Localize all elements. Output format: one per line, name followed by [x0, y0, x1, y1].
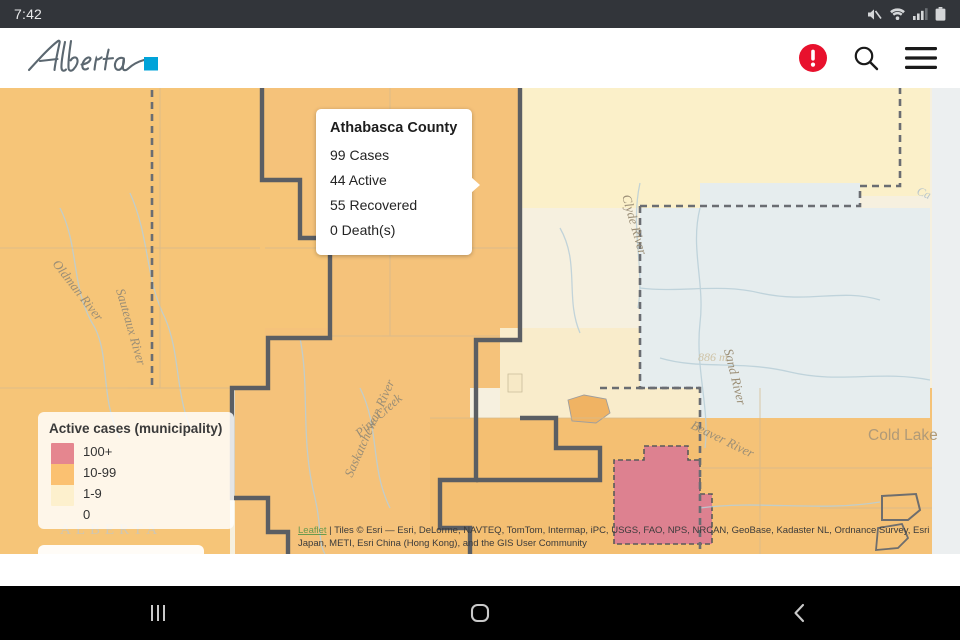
status-time: 7:42 [14, 6, 43, 22]
header-actions [798, 43, 938, 73]
alberta-logo[interactable] [26, 36, 174, 80]
map-container[interactable]: Oldman River Sauteaux River Clyde River … [0, 88, 960, 554]
map-attribution: Leaflet | Tiles © Esri — Esri, DeLorme, … [298, 524, 934, 550]
search-icon[interactable] [852, 44, 880, 72]
map-layer-controls: Municipality Local geographic area [38, 545, 204, 554]
legend-swatch-strip [51, 443, 74, 506]
back-icon[interactable] [740, 601, 860, 625]
tooltip-title: Athabasca County [330, 120, 458, 136]
legend-label-100plus: 100+ [83, 444, 113, 459]
legend-swatch-1-9 [51, 485, 74, 506]
battery-icon [935, 6, 946, 21]
legend-row-10-99: 10-99 [49, 462, 223, 483]
legend-label-10-99: 10-99 [83, 465, 117, 480]
tooltip-recovered: 55 Recovered [330, 197, 418, 213]
legend-label-1-9: 1-9 [83, 486, 102, 501]
map-label-cold-lake: Cold Lake [868, 427, 938, 444]
map-label-elevation: 886 m [698, 350, 728, 364]
status-bar: 7:42 [0, 0, 960, 28]
legend-swatch-100plus [51, 443, 74, 464]
tooltip-active: 44 Active [330, 172, 387, 188]
android-nav-bar [0, 586, 960, 640]
logo-accent-square [144, 57, 158, 71]
recents-icon[interactable] [100, 602, 220, 624]
home-icon[interactable] [420, 600, 540, 626]
alert-circle-icon[interactable] [798, 43, 828, 73]
tooltip-deaths: 0 Death(s) [330, 222, 396, 238]
map-legend: Active cases (municipality) 100+ 10-99 1… [38, 412, 234, 529]
wifi-icon [890, 8, 905, 20]
legend-swatch-10-99 [51, 464, 74, 485]
status-icon-group [866, 6, 946, 22]
tooltip-cases: 99 Cases [330, 147, 390, 163]
attribution-text: | Tiles © Esri — Esri, DeLorme, NAVTEQ, … [298, 525, 930, 549]
legend-row-0: 0 [49, 504, 223, 525]
hamburger-menu-icon[interactable] [904, 45, 938, 71]
legend-row-100plus: 100+ [49, 441, 223, 462]
legend-label-0: 0 [83, 507, 91, 522]
app-header [0, 28, 960, 88]
legend-title: Active cases (municipality) [49, 421, 223, 436]
leaflet-link[interactable]: Leaflet [298, 525, 327, 536]
legend-rows: 100+ 10-99 1-9 0 [49, 441, 223, 525]
map-tooltip[interactable]: Athabasca County 99 Cases 44 Active 55 R… [316, 109, 480, 255]
mute-icon [868, 8, 882, 20]
cellular-signal-icon [913, 8, 928, 20]
alberta-wordmark [27, 39, 158, 72]
phone-screen: 7:42 Oldman River Sauteaux River Clyde R… [0, 0, 960, 640]
page-bottom-whitespace [0, 554, 960, 586]
legend-row-1-9: 1-9 [49, 483, 223, 504]
